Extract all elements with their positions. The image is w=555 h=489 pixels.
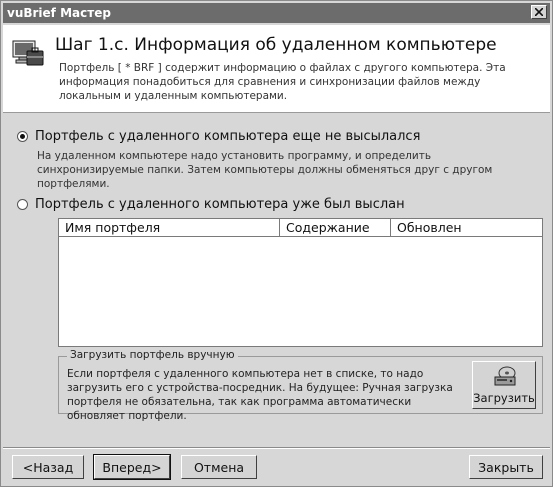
computer-briefcase-icon: [12, 40, 44, 66]
window-title: vuBrief Мастер: [7, 6, 111, 20]
radio-already-sent[interactable]: [17, 199, 28, 210]
close-icon: [535, 8, 543, 16]
title-bar[interactable]: vuBrief Мастер: [3, 3, 550, 23]
column-name[interactable]: Имя портфеля: [59, 219, 280, 236]
footer-separator: [3, 447, 550, 449]
wizard-window: vuBrief Мастер Шаг 1.c. Информация об уд…: [0, 0, 553, 487]
option-already-sent[interactable]: Портфель с удаленного компьютера уже был…: [17, 197, 405, 212]
page-title: Шаг 1.c. Информация об удаленном компьют…: [55, 35, 497, 55]
radio-not-sent[interactable]: [17, 131, 28, 142]
cancel-button[interactable]: Отмена: [181, 455, 257, 479]
column-contents[interactable]: Содержание: [280, 219, 391, 236]
column-updated[interactable]: Обновлен: [391, 219, 542, 236]
portfolio-list[interactable]: Имя портфеля Содержание Обновлен: [58, 218, 543, 347]
disk-load-icon: [494, 366, 516, 386]
wizard-header: Шаг 1.c. Информация об удаленном компьют…: [3, 25, 550, 113]
manual-load-text: Если портфеля с удаленного компьютера не…: [67, 368, 453, 422]
back-button[interactable]: <Назад: [12, 455, 84, 479]
manual-load-legend: Загрузить портфель вручную: [67, 349, 238, 361]
close-window-button[interactable]: [531, 5, 547, 19]
manual-load-group: Загрузить портфель вручную Если портфеля…: [58, 349, 543, 422]
option-not-sent-description: На удаленном компьютере надо установить …: [37, 150, 493, 190]
option-already-sent-label: Портфель с удаленного компьютера уже был…: [35, 197, 405, 212]
option-not-sent-label: Портфель с удаленного компьютера еще не …: [35, 129, 421, 144]
wizard-body: Портфель с удаленного компьютера еще не …: [3, 114, 550, 444]
next-button[interactable]: Вперед>: [93, 454, 171, 480]
page-description: Портфель [ * BRF ] содержит информацию о…: [59, 62, 506, 102]
close-button[interactable]: Закрыть: [469, 455, 543, 479]
option-not-sent[interactable]: Портфель с удаленного компьютера еще не …: [17, 129, 420, 144]
load-button[interactable]: Загрузить: [472, 361, 536, 409]
load-button-label: Загрузить: [473, 391, 535, 405]
list-header: Имя портфеля Содержание Обновлен: [59, 219, 542, 237]
